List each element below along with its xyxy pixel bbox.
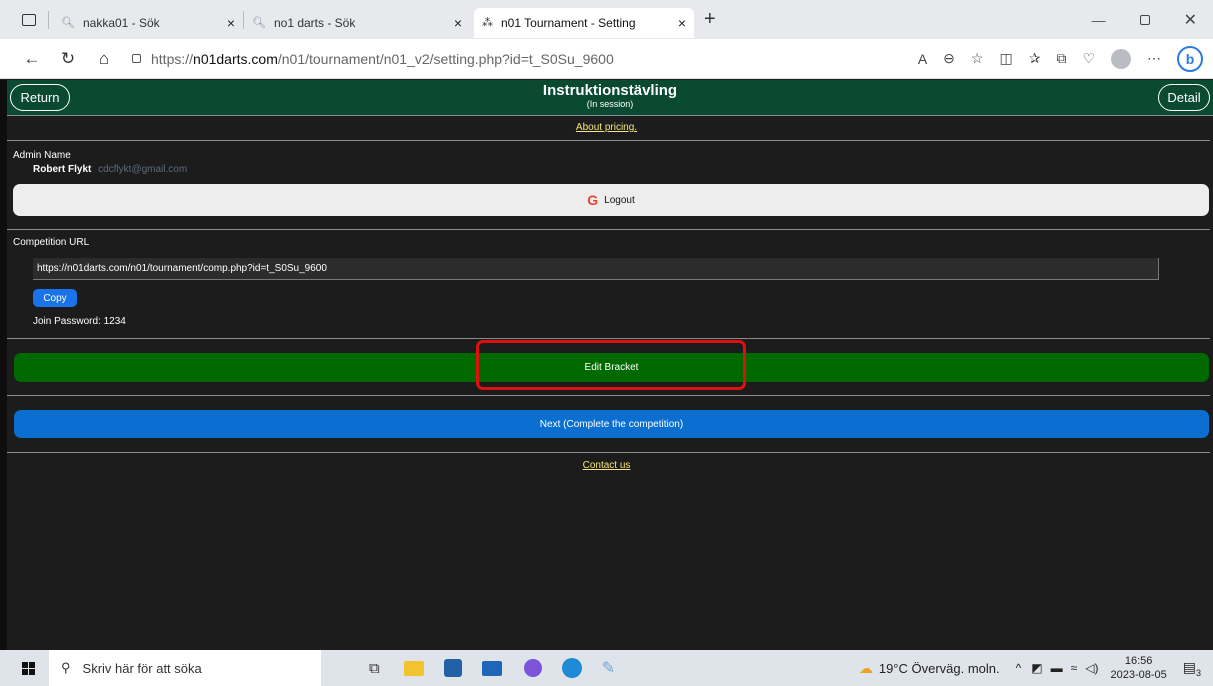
browser-tab[interactable]: 🔍︎ no1 darts - Sök × — [244, 8, 470, 38]
about-pricing-link[interactable]: About pricing. — [0, 122, 1213, 133]
mail-icon[interactable] — [481, 660, 502, 676]
clock[interactable]: 16:56 2023-08-05 — [1110, 654, 1166, 682]
divider — [7, 229, 1210, 230]
notification-count: 3 — [1195, 667, 1201, 678]
notifications-icon[interactable]: ▤3 — [1183, 659, 1201, 678]
edge-icon[interactable] — [561, 658, 582, 678]
read-aloud-icon[interactable]: A — [918, 51, 927, 67]
screenshot: 🔍︎ nakka01 - Sök × 🔍︎ no1 darts - Sök × … — [0, 0, 1213, 686]
refresh-icon[interactable]: ↻ — [54, 45, 82, 73]
weather-text[interactable]: 19°C Överväg. moln. — [879, 661, 1000, 676]
google-icon: G — [587, 192, 599, 208]
search-icon: 🔍︎ — [61, 17, 75, 29]
divider — [7, 338, 1210, 339]
divider — [7, 395, 1210, 396]
url-field[interactable]: https://n01darts.com/n01/tournament/n01_… — [151, 51, 614, 67]
detail-button[interactable]: Detail — [1158, 84, 1210, 111]
taskbar-search-placeholder: Skriv här för att söka — [82, 660, 202, 676]
highlight-box — [476, 340, 746, 390]
tab-title: nakka01 - Sök — [82, 15, 160, 30]
close-window-icon[interactable]: ✕ — [1184, 10, 1197, 30]
competition-url-field[interactable]: https://n01darts.com/n01/tournament/comp… — [33, 258, 1159, 280]
competition-url-value: https://n01darts.com/n01/tournament/comp… — [37, 263, 327, 274]
lock-icon — [132, 54, 141, 63]
minimize-icon[interactable]: — — [1092, 12, 1106, 28]
taskbar: ⚲ Skriv här för att söka ⧉ ✎ ☁ 19°C Över… — [0, 650, 1213, 686]
file-explorer-icon[interactable] — [403, 660, 424, 676]
more-icon[interactable]: ⋯ — [1147, 50, 1161, 67]
browser-tab[interactable]: 🔍︎ nakka01 - Sök × — [53, 8, 243, 38]
close-tab-icon[interactable]: × — [678, 15, 686, 31]
copy-button[interactable]: Copy — [33, 289, 77, 307]
battery-icon[interactable]: ▬ — [1051, 661, 1063, 675]
wifi-icon[interactable]: ≈ — [1071, 661, 1078, 675]
page-header: Return Instruktionstävling (In session) … — [7, 80, 1213, 116]
close-tab-icon[interactable]: × — [454, 15, 462, 31]
network-icon[interactable]: ◩ — [1031, 661, 1042, 675]
competition-url-label: Competition URL — [13, 237, 90, 248]
home-icon[interactable]: ⌂ — [90, 45, 118, 73]
contact-us-link[interactable]: Contact us — [0, 460, 1213, 471]
page-title: Instruktionstävling — [542, 82, 678, 99]
logout-button[interactable]: G Logout — [13, 184, 1209, 216]
chevron-up-icon[interactable]: ^ — [1016, 661, 1022, 675]
browser-tab-bar: 🔍︎ nakka01 - Sök × 🔍︎ no1 darts - Sök × … — [0, 0, 1213, 39]
store-icon[interactable] — [443, 659, 462, 677]
weather-icon: ☁ — [858, 659, 873, 676]
zoom-icon[interactable]: ⊖ — [943, 50, 955, 67]
browser-tab-active[interactable]: ⁂ n01 Tournament - Setting × — [474, 7, 694, 38]
m365-icon[interactable] — [523, 659, 542, 677]
taskbar-search[interactable]: ⚲ Skriv här för att söka — [49, 650, 321, 686]
address-bar: ← ↻ ⌂ https://n01darts.com/n01/tournamen… — [0, 39, 1213, 79]
favorite-star-icon[interactable]: ☆ — [971, 50, 984, 67]
start-icon[interactable] — [22, 661, 35, 675]
clock-time: 16:56 — [1124, 655, 1153, 667]
join-password: Join Password: 1234 — [33, 316, 126, 327]
close-tab-icon[interactable]: × — [227, 15, 235, 31]
next-complete-button[interactable]: Next (Complete the competition) — [14, 410, 1209, 438]
page-subtitle: (In session) — [586, 99, 634, 109]
divider — [7, 452, 1210, 453]
workspaces-icon[interactable] — [22, 13, 36, 26]
tab-title: n01 Tournament - Setting — [501, 15, 636, 30]
tournament-icon: ⁂ — [482, 17, 493, 29]
collections-icon[interactable]: ⧉ — [1056, 50, 1066, 67]
restore-icon[interactable] — [1139, 14, 1150, 25]
bing-icon[interactable]: b — [1177, 45, 1203, 72]
next-label: Next (Complete the competition) — [539, 418, 684, 430]
admin-email: cdcflykt@gmail.com — [98, 164, 188, 175]
search-icon: ⚲ — [61, 660, 71, 675]
page-left-edge — [0, 80, 7, 650]
divider — [7, 140, 1210, 141]
admin-name-label: Admin Name — [13, 150, 71, 161]
task-view-icon[interactable]: ⧉ — [369, 660, 380, 677]
avatar[interactable] — [1111, 48, 1131, 69]
split-screen-icon[interactable]: ◫ — [999, 50, 1012, 67]
back-icon[interactable]: ← — [18, 45, 46, 73]
favorites-icon[interactable]: ✰ — [1029, 50, 1041, 67]
admin-name: Robert Flykt — [33, 164, 92, 175]
logout-label: Logout — [604, 194, 635, 206]
search-icon: 🔍︎ — [252, 17, 266, 29]
health-icon[interactable]: ♡ — [1082, 50, 1095, 67]
clock-date: 2023-08-05 — [1110, 669, 1167, 681]
paint-icon[interactable]: ✎ — [602, 658, 615, 678]
tab-title: no1 darts - Sök — [273, 15, 356, 30]
volume-icon[interactable]: ◁) — [1085, 661, 1098, 675]
admin-info: Robert Flykt cdcflykt@gmail.com — [33, 164, 187, 175]
new-tab-icon[interactable]: + — [704, 8, 716, 31]
